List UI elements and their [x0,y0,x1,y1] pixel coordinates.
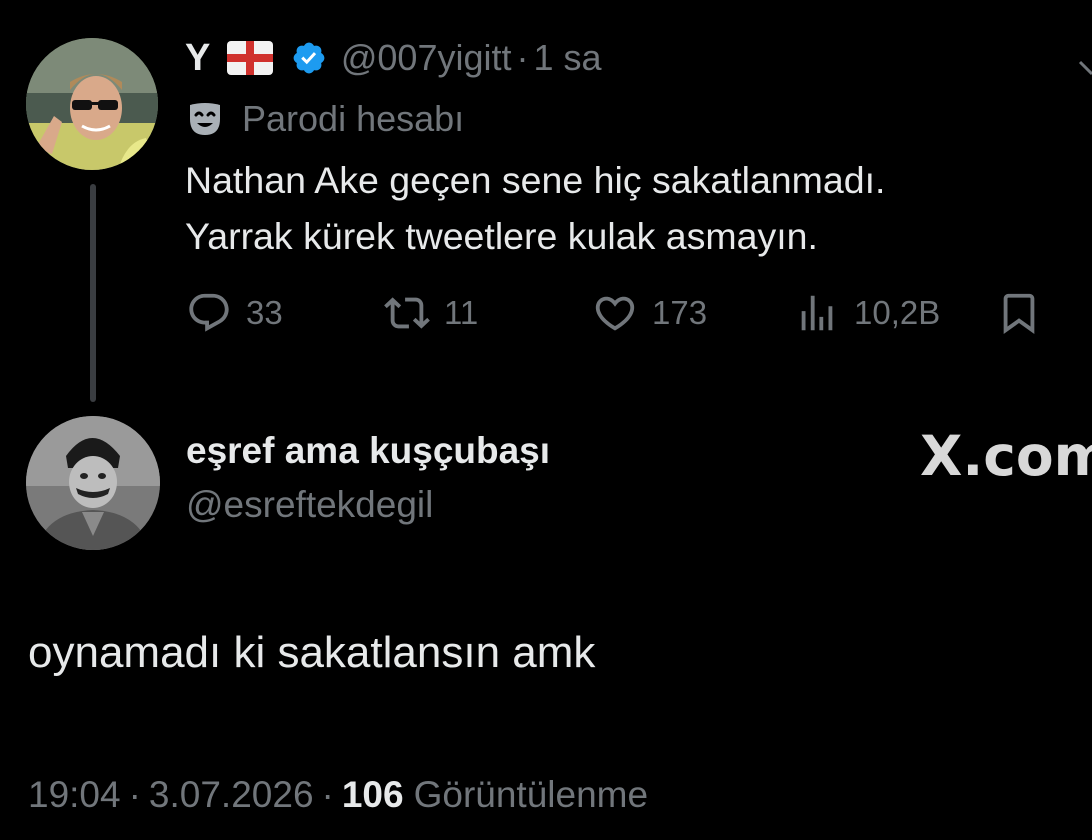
tweet-text: Nathan Ake geçen sene hiç sakatlanmadı. … [185,152,1075,264]
retweet-count: 11 [444,294,479,331]
heart-icon [592,290,638,336]
tweet-actions: 33 11 173 10,2B [186,286,1046,340]
thread-connector [90,184,96,402]
like-count: 173 [652,294,708,331]
views-button[interactable]: 10,2B [794,286,940,340]
tweet-time[interactable]: 1 sa [534,37,602,79]
england-flag-icon [226,41,273,75]
header-separator: · [516,37,529,78]
parody-mask-icon [186,100,224,138]
view-count: 10,2B [854,294,941,331]
bookmark-icon [996,290,1042,336]
verified-badge-icon[interactable] [291,40,327,76]
bookmark-button[interactable] [996,286,1042,340]
author-avatar[interactable] [26,38,158,170]
reply-views-label: Görüntülenme [413,774,649,815]
retweet-button[interactable]: 11 [384,286,478,340]
tweet-header: Y @007yigitt · 1 sa [185,34,602,82]
reply-author-handle[interactable]: @esreftekdegil [186,484,433,526]
reply-views-count: 106 [341,774,404,815]
reply-date[interactable]: 3.07.2026 [149,774,314,816]
avatar-photo [26,416,160,550]
reply-count: 33 [246,294,283,331]
retweet-icon [384,290,430,336]
reply-icon [186,290,232,336]
parody-label: Parodi hesabı [242,98,465,139]
reply-text: oynamadı ki sakatlansın amk [28,628,596,677]
author-handle[interactable]: @007yigitt [341,37,512,79]
meta-separator: · [128,774,141,815]
reply-author-name[interactable]: eşref ama kuşçubaşı [186,430,550,472]
reply-time[interactable]: 19:04 [28,774,121,816]
tweet-text-line: Nathan Ake geçen sene hiç sakatlanmadı. [185,159,886,201]
analytics-icon [794,290,840,336]
x-watermark: X.com [920,424,1092,488]
like-button[interactable]: 173 [592,286,707,340]
parody-label-row: Parodi hesabı [186,96,464,142]
reply-button[interactable]: 33 [186,286,283,340]
reply-meta: 19:04 · 3.07.2026 · 106 Görüntülenme [28,770,648,820]
more-options-icon[interactable] [1078,52,1092,92]
author-name[interactable]: Y [185,37,211,80]
meta-separator: · [321,774,334,815]
reply-author-avatar[interactable] [26,416,160,550]
avatar-photo [26,38,158,170]
tweet-text-line: Yarrak kürek tweetlere kulak asmayın. [185,215,818,257]
